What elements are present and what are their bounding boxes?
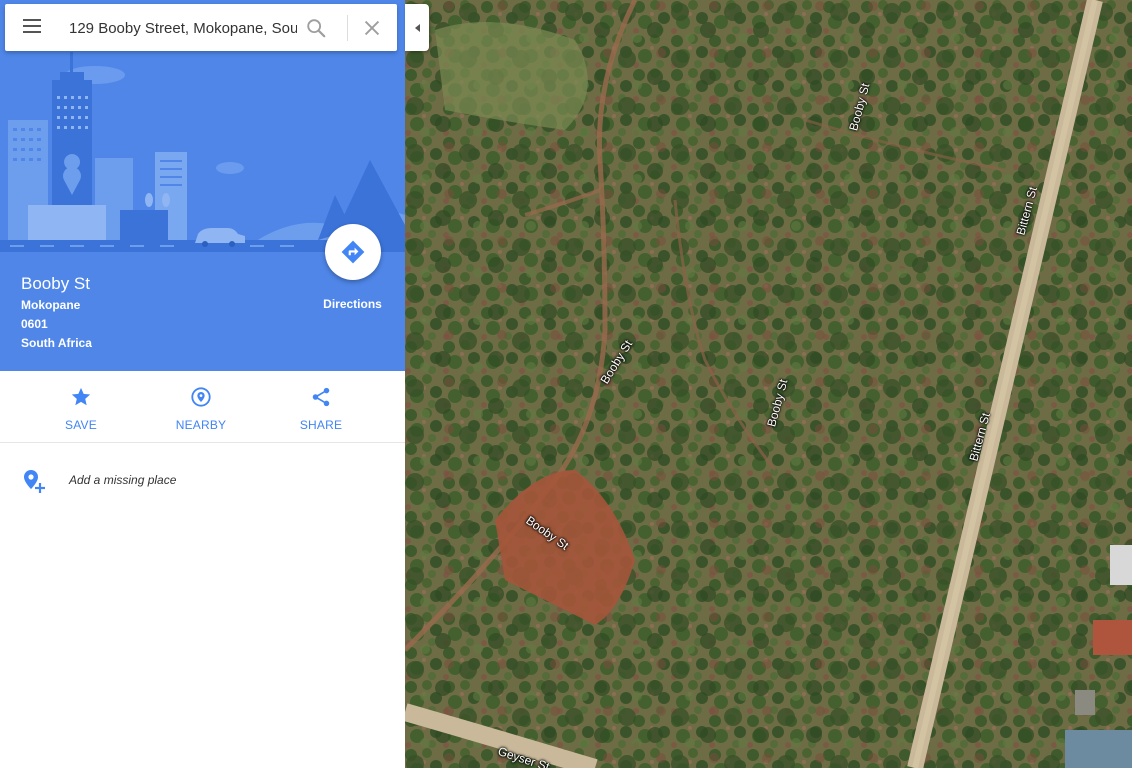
add-place-icon xyxy=(24,470,45,493)
caret-left-icon xyxy=(414,23,420,32)
search-box xyxy=(5,4,397,51)
share-icon xyxy=(312,387,330,407)
directions-button[interactable] xyxy=(325,224,381,280)
star-icon xyxy=(71,387,91,406)
address-postal-code: 0601 xyxy=(21,317,48,331)
save-button[interactable]: SAVE xyxy=(36,385,126,432)
share-button[interactable]: SHARE xyxy=(276,385,366,432)
search-icon[interactable] xyxy=(305,17,327,39)
nearby-button[interactable]: NEARBY xyxy=(156,385,246,432)
hamburger-menu-icon[interactable] xyxy=(23,19,51,37)
action-bar: SAVE NEARBY SHARE xyxy=(0,371,405,443)
satellite-imagery xyxy=(405,0,1132,768)
search-input[interactable] xyxy=(69,16,297,40)
share-label: SHARE xyxy=(299,418,343,432)
nearby-pin-icon xyxy=(191,387,211,407)
directions-label[interactable]: Directions xyxy=(300,297,405,311)
place-title: Booby St xyxy=(21,274,90,293)
add-missing-place-button[interactable]: Add a missing place xyxy=(0,462,405,498)
add-missing-place-label: Add a missing place xyxy=(69,473,177,487)
save-label: SAVE xyxy=(65,418,97,432)
collapse-panel-button[interactable] xyxy=(405,4,429,51)
address-locality: Mokopane xyxy=(21,298,81,312)
place-header: Booby St Mokopane 0601 South Africa Dire… xyxy=(0,224,405,371)
address-country: South Africa xyxy=(21,336,92,350)
nearby-label: NEARBY xyxy=(175,418,227,432)
search-divider xyxy=(347,15,348,41)
side-panel: Booby St Mokopane 0601 South Africa Dire… xyxy=(0,0,405,768)
satellite-map[interactable]: Booby St Booby St Booby St Booby St Bitt… xyxy=(405,0,1132,768)
close-icon[interactable] xyxy=(361,17,383,39)
directions-icon xyxy=(341,240,365,264)
